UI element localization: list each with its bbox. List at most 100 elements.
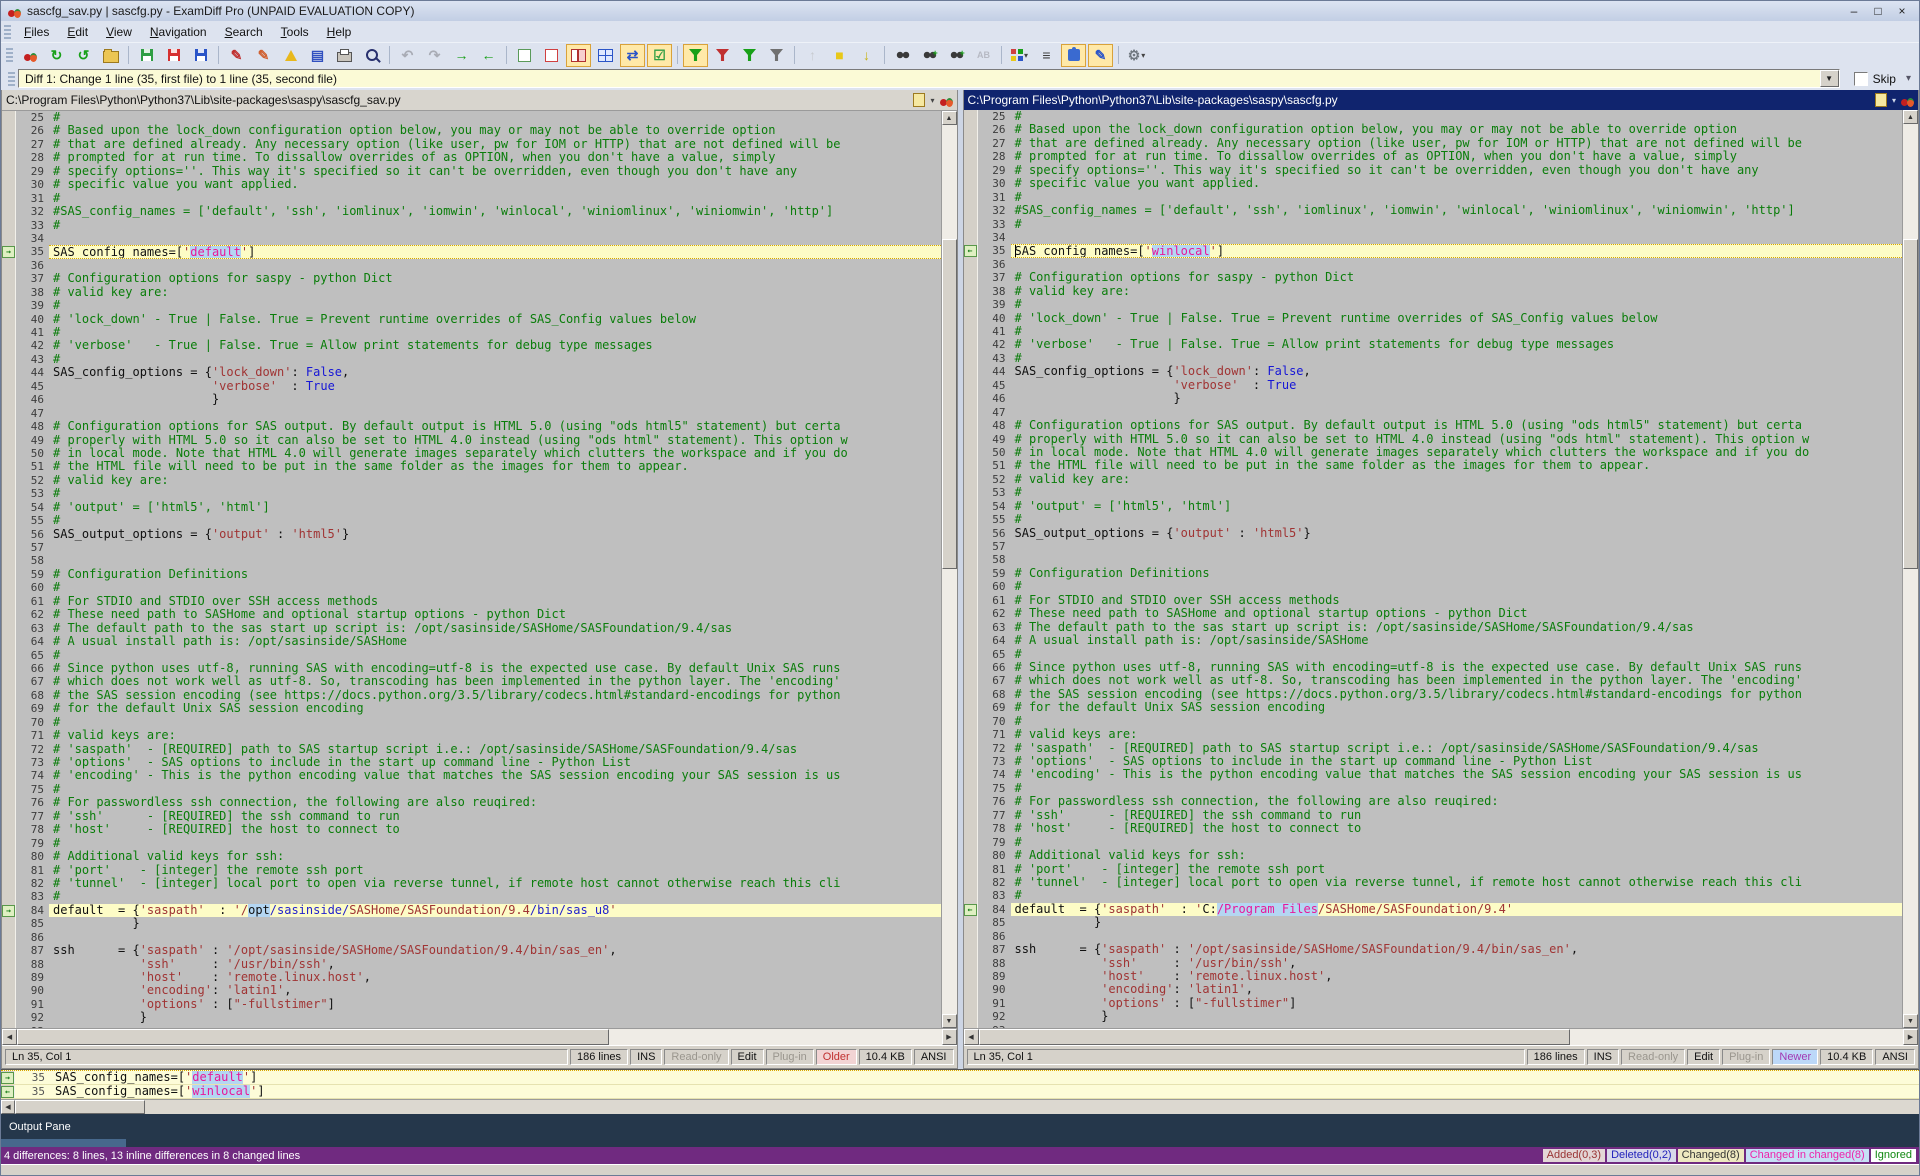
line-number: 87 [16,944,49,957]
scroll-down-icon[interactable]: ▼ [942,1014,957,1028]
print-preview-button[interactable] [359,44,384,67]
find-next-button[interactable] [917,44,942,67]
menu-item-edit[interactable]: Edit [59,23,96,41]
compare-options-button[interactable] [278,44,303,67]
first-file-vertical-scrollbar[interactable]: ▲ ▼ [941,111,957,1028]
recompare-button[interactable]: ↻ [44,44,69,67]
path-dropdown-icon[interactable]: ▾ [1892,96,1896,105]
show-second-pane-button[interactable] [539,44,564,67]
current-diff-button[interactable]: ■ [827,44,852,67]
scroll-left-icon[interactable]: ◀ [1,1100,15,1114]
diff-detail-scrollbar[interactable]: ◀ [1,1099,1919,1114]
first-file-horizontal-scrollbar[interactable]: ◀ ▶ [2,1028,957,1045]
close-button[interactable]: × [1895,4,1909,18]
edit-second-file-button[interactable]: ✎ [251,44,276,67]
edit-first-file-button[interactable]: ✎ [224,44,249,67]
scroll-down-icon[interactable]: ▼ [1903,1014,1918,1028]
status-bar: 4 differences: 8 lines, 13 inline differ… [1,1147,1919,1164]
find-button[interactable] [890,44,915,67]
second-file-vertical-scrollbar[interactable]: ▲ ▼ [1902,110,1918,1028]
line-inspector-button[interactable]: ≡ [1034,44,1059,67]
code-line: 81# 'port' - [integer] the remote ssh po… [2,864,941,877]
scroll-right-icon[interactable]: ▶ [942,1029,957,1045]
find-in-files-button[interactable] [944,44,969,67]
show-deleted-filter-button[interactable] [710,44,735,67]
code-line: 79# [964,836,1903,849]
toolbar-overflow-icon[interactable]: ▾ [1906,73,1911,84]
minimize-button[interactable]: – [1847,4,1861,18]
show-all-diffs-filter-button[interactable] [683,44,708,67]
second-file-horizontal-scrollbar[interactable]: ◀ ▶ [964,1028,1919,1045]
line-number: 49 [978,433,1011,446]
line-number: 50 [978,446,1011,459]
changed-line-arrow-icon[interactable]: → [2,905,15,917]
changed-line-arrow-icon[interactable]: ← [964,245,977,257]
copy-path-icon[interactable] [1875,93,1887,107]
diff-count-badge-ignored: Ignored [1871,1149,1916,1162]
change-margin [964,701,978,714]
next-diff-button[interactable]: ↓ [854,44,879,67]
first-file-code-area[interactable]: 25#26# Based upon the lock_down configur… [2,111,941,1028]
replace-button[interactable]: AB [971,44,996,67]
recompare-files-button[interactable]: ↺ [71,44,96,67]
diff-detail-row[interactable]: →35SAS_config_names=['default'] [1,1070,1919,1085]
menu-grip[interactable] [4,25,11,39]
path-dropdown-icon[interactable]: ▾ [930,96,934,105]
scroll-thumb[interactable] [17,1029,609,1045]
app-options-button[interactable] [17,44,42,67]
scroll-up-icon[interactable]: ▲ [942,111,957,125]
show-changed-filter-button[interactable] [737,44,762,67]
scroll-thumb[interactable] [979,1029,1571,1045]
menu-item-navigation[interactable]: Navigation [142,23,215,41]
toolbar-separator [389,46,390,64]
copy-path-icon[interactable] [913,93,925,107]
code-line: 88 'ssh' : '/usr/bin/ssh', [964,957,1903,970]
open-files-button[interactable] [98,44,123,67]
copy-block-left-button[interactable]: ← [476,44,501,67]
sync-scroll-button[interactable]: ⇄ [620,44,645,67]
print-button[interactable] [332,44,357,67]
menu-item-tools[interactable]: Tools [273,23,317,41]
show-first-pane-button[interactable] [512,44,537,67]
scroll-thumb[interactable] [1903,239,1918,569]
changed-line-arrow-icon[interactable]: ← [964,904,977,916]
settings-button[interactable]: ⚙▾ [1124,44,1149,67]
diff-dropdown-button[interactable]: ▼ [1820,70,1839,87]
code-token: SAS_config_names=[ [53,245,183,258]
clear-filter-button[interactable] [764,44,789,67]
split-view-button[interactable] [566,44,591,67]
four-way-view-button[interactable] [593,44,618,67]
scroll-thumb[interactable] [942,239,957,569]
save-second-file-button[interactable] [161,44,186,67]
undo-button[interactable]: ↶ [395,44,420,67]
scroll-left-icon[interactable]: ◀ [2,1029,17,1045]
current-diff-combobox[interactable]: Diff 1: Change 1 line (35, first file) t… [18,69,1840,88]
diffbar-grip[interactable] [8,72,15,86]
scroll-thumb[interactable] [15,1100,145,1114]
diff-detail-row[interactable]: ←35SAS_config_names=['winlocal'] [1,1085,1919,1099]
scroll-up-icon[interactable]: ▲ [1903,110,1918,124]
changed-line-arrow-icon[interactable]: → [2,246,15,258]
redo-button[interactable]: ↷ [422,44,447,67]
line-number: 81 [16,864,49,877]
scroll-right-icon[interactable]: ▶ [1903,1029,1918,1045]
menu-item-search[interactable]: Search [217,23,271,41]
menu-item-files[interactable]: Files [16,23,57,41]
maximize-button[interactable]: □ [1871,4,1885,18]
menu-item-help[interactable]: Help [319,23,360,41]
second-file-code-area[interactable]: 25#26# Based upon the lock_down configur… [964,110,1903,1028]
toolbar-grip[interactable] [6,48,13,62]
plugins-button[interactable] [1061,44,1086,67]
file-info-button[interactable]: ▤ [305,44,330,67]
skip-checkbox[interactable] [1854,72,1868,86]
save-all-button[interactable] [188,44,213,67]
panes-layout-dropdown-button[interactable]: ▾ [1007,44,1032,67]
copy-block-right-button[interactable]: → [449,44,474,67]
previous-diff-button[interactable]: ↑ [800,44,825,67]
output-pane-tab[interactable] [1,1139,126,1147]
open-in-editor-button[interactable]: ✎ [1088,44,1113,67]
save-first-file-button[interactable] [134,44,159,67]
scroll-left-icon[interactable]: ◀ [964,1029,979,1045]
menu-item-view[interactable]: View [98,23,140,41]
show-checkboxes-button[interactable]: ☑ [647,44,672,67]
